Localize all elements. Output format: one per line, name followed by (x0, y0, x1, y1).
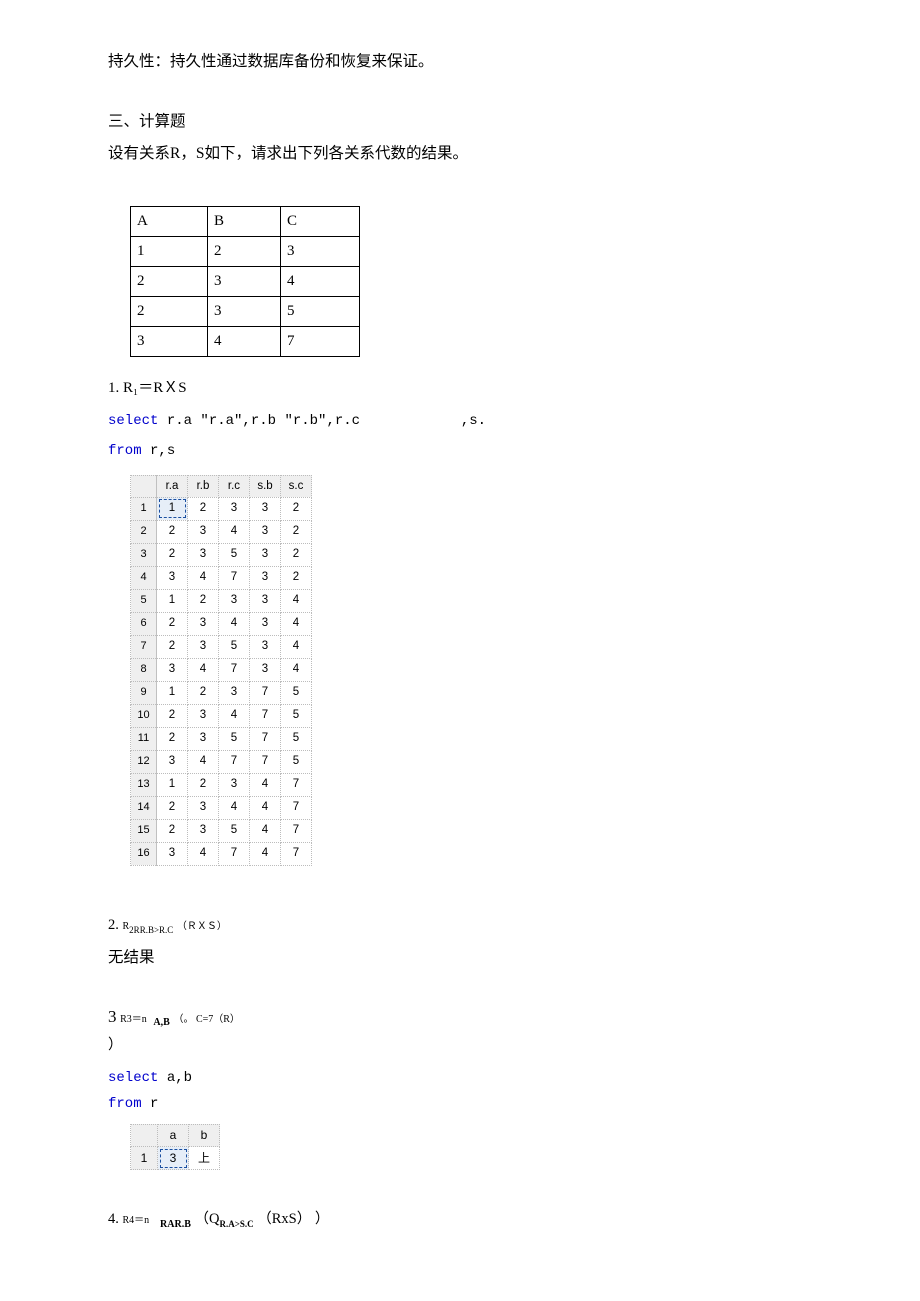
problem-3: 3 R3＝n A,B （。 C=7（R） (108, 1002, 812, 1033)
problem-index: 2. (108, 917, 119, 933)
sql-code-3: select a,b from r (108, 1065, 812, 1118)
table-row: 223432 (131, 520, 312, 543)
table-row: 1312347 (131, 773, 312, 796)
table-row: 912375 (131, 681, 312, 704)
table-row: 1234775 (131, 750, 312, 773)
problem-index: 3 (108, 1007, 117, 1026)
table-row: 723534 (131, 635, 312, 658)
table-row: 112332 (131, 497, 312, 520)
problem-3-close: ） (108, 1032, 812, 1058)
table-row: 1023475 (131, 704, 312, 727)
table-row: 434732 (131, 566, 312, 589)
row-number-header (131, 475, 157, 497)
table-row: 1423447 (131, 796, 312, 819)
col-header: s.c (281, 475, 312, 497)
col-header: r.a (157, 475, 188, 497)
sql-keyword-from: from (108, 443, 142, 459)
col-header: b (189, 1124, 220, 1147)
col-header-A: A (131, 206, 208, 236)
problem-2: 2. R2RR.B>R.C （ＲＸＳ） (108, 912, 812, 938)
durability-paragraph: 持久性：持久性通过数据库备份和恢复来保证。 (108, 48, 812, 76)
relation-table-R: A B C 123 234 235 347 (130, 206, 360, 357)
table-row: 512334 (131, 589, 312, 612)
table-row: 347 (131, 326, 360, 356)
table-row: 623434 (131, 612, 312, 635)
col-header: s.b (250, 475, 281, 497)
sql-line1: a,b (158, 1070, 192, 1086)
table-row: 235 (131, 296, 360, 326)
problem-index: 1. (108, 380, 119, 396)
col-header-B: B (208, 206, 281, 236)
table-row: 234 (131, 266, 360, 296)
section-heading: 三、计算题 (108, 108, 812, 136)
section-intro: 设有关系R，S如下，请求出下列各关系代数的结果。 (108, 140, 812, 168)
sql-line2: r (142, 1096, 159, 1112)
sql-code-1: select r.a "r.a",r.b "r.b",r.c ,s. from … (108, 408, 812, 465)
result-grid-1: r.a r.b r.c s.b s.c 11233222343232353243… (130, 475, 812, 866)
problem-4: 4. R4＝n RAR.B （QR.A>S.C （RxS） ） (108, 1206, 812, 1234)
problem-1: 1. R₁＝RＸS (108, 375, 812, 402)
table-row: 1123575 (131, 727, 312, 750)
sql-line2: r,s (142, 443, 176, 459)
problem-formula: R₁＝RＸS (123, 380, 187, 396)
sql-line1: r.a "r.a",r.b "r.b",r.c ,s. (158, 413, 486, 429)
table-row: 1 3 上 (131, 1147, 220, 1170)
problem-index: 4. (108, 1211, 119, 1227)
col-header: r.b (188, 475, 219, 497)
row-number-header (131, 1124, 158, 1147)
problem-2-result: 无结果 (108, 944, 812, 972)
col-header: r.c (219, 475, 250, 497)
col-header: a (158, 1124, 189, 1147)
sql-keyword-select: select (108, 413, 158, 429)
table-row: 834734 (131, 658, 312, 681)
sql-keyword-select: select (108, 1070, 158, 1086)
result-grid-3: a b 1 3 上 (130, 1124, 812, 1171)
table-row: 1634747 (131, 842, 312, 865)
col-header-C: C (281, 206, 360, 236)
sql-keyword-from: from (108, 1096, 142, 1112)
table-row: 1523547 (131, 819, 312, 842)
table-row: 323532 (131, 543, 312, 566)
table-row: 123 (131, 236, 360, 266)
